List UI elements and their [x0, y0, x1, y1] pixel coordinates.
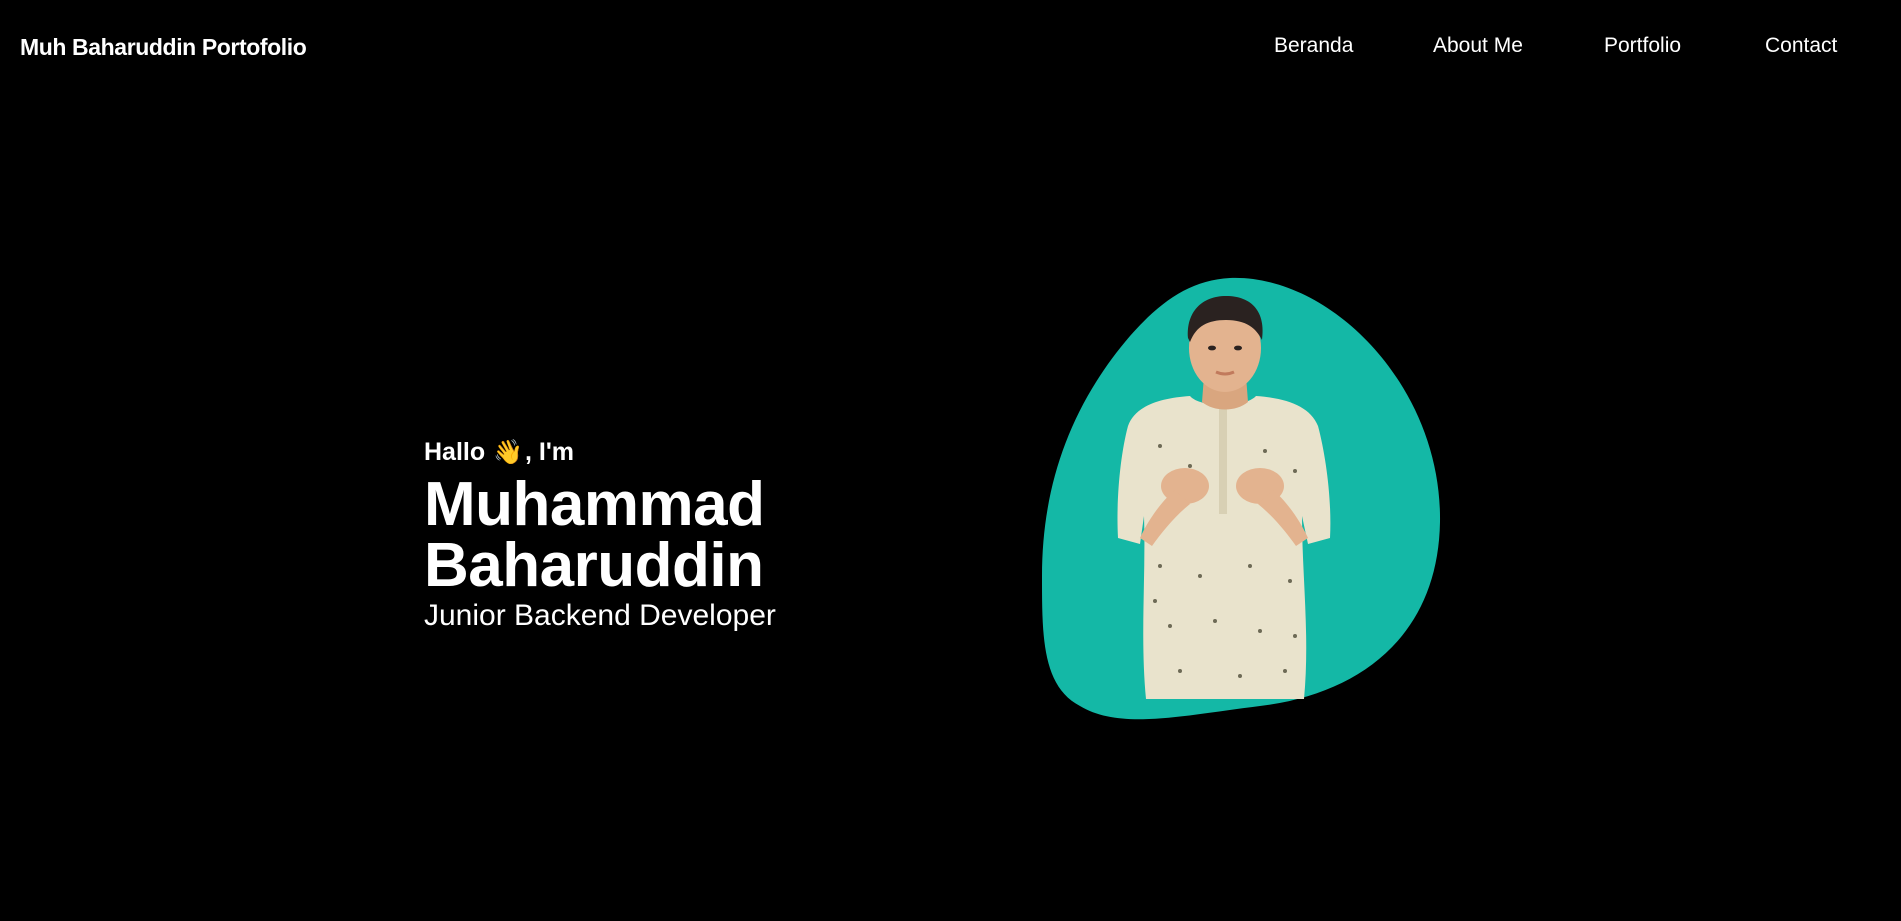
greeting-prefix: Hallo [424, 438, 486, 466]
greeting: Hallo 👋, I'm [424, 436, 984, 470]
nav-link-contact[interactable]: Contact [1765, 34, 1837, 58]
profile-photo [1040, 276, 1444, 720]
nav-link-beranda[interactable]: Beranda [1274, 34, 1353, 58]
photo-placket [1219, 404, 1227, 514]
portfolio-page: Muh Baharuddin Portofolio Beranda About … [0, 0, 1901, 921]
hero-name: Muhammad Baharuddin [424, 470, 984, 600]
photo-eye-left [1208, 345, 1216, 351]
greeting-suffix: , I'm [525, 438, 575, 466]
hero-name-line-2: Baharuddin [424, 531, 764, 600]
nav-links: Beranda About Me Portfolio Contact [0, 34, 1901, 64]
profile-photo-illustration [1042, 277, 1441, 720]
navbar: Muh Baharuddin Portofolio Beranda About … [0, 0, 1901, 96]
hero-role: Junior Backend Developer [424, 599, 776, 632]
hero-intro: Hallo 👋, I'm Muhammad Baharuddin Junior B… [424, 436, 984, 634]
hero-name-line-1: Muhammad [424, 470, 765, 539]
waving-hand-icon: 👋 [493, 439, 524, 466]
nav-link-portfolio[interactable]: Portfolio [1604, 34, 1681, 58]
photo-eye-right [1234, 345, 1242, 351]
nav-link-about-me[interactable]: About Me [1433, 34, 1523, 58]
